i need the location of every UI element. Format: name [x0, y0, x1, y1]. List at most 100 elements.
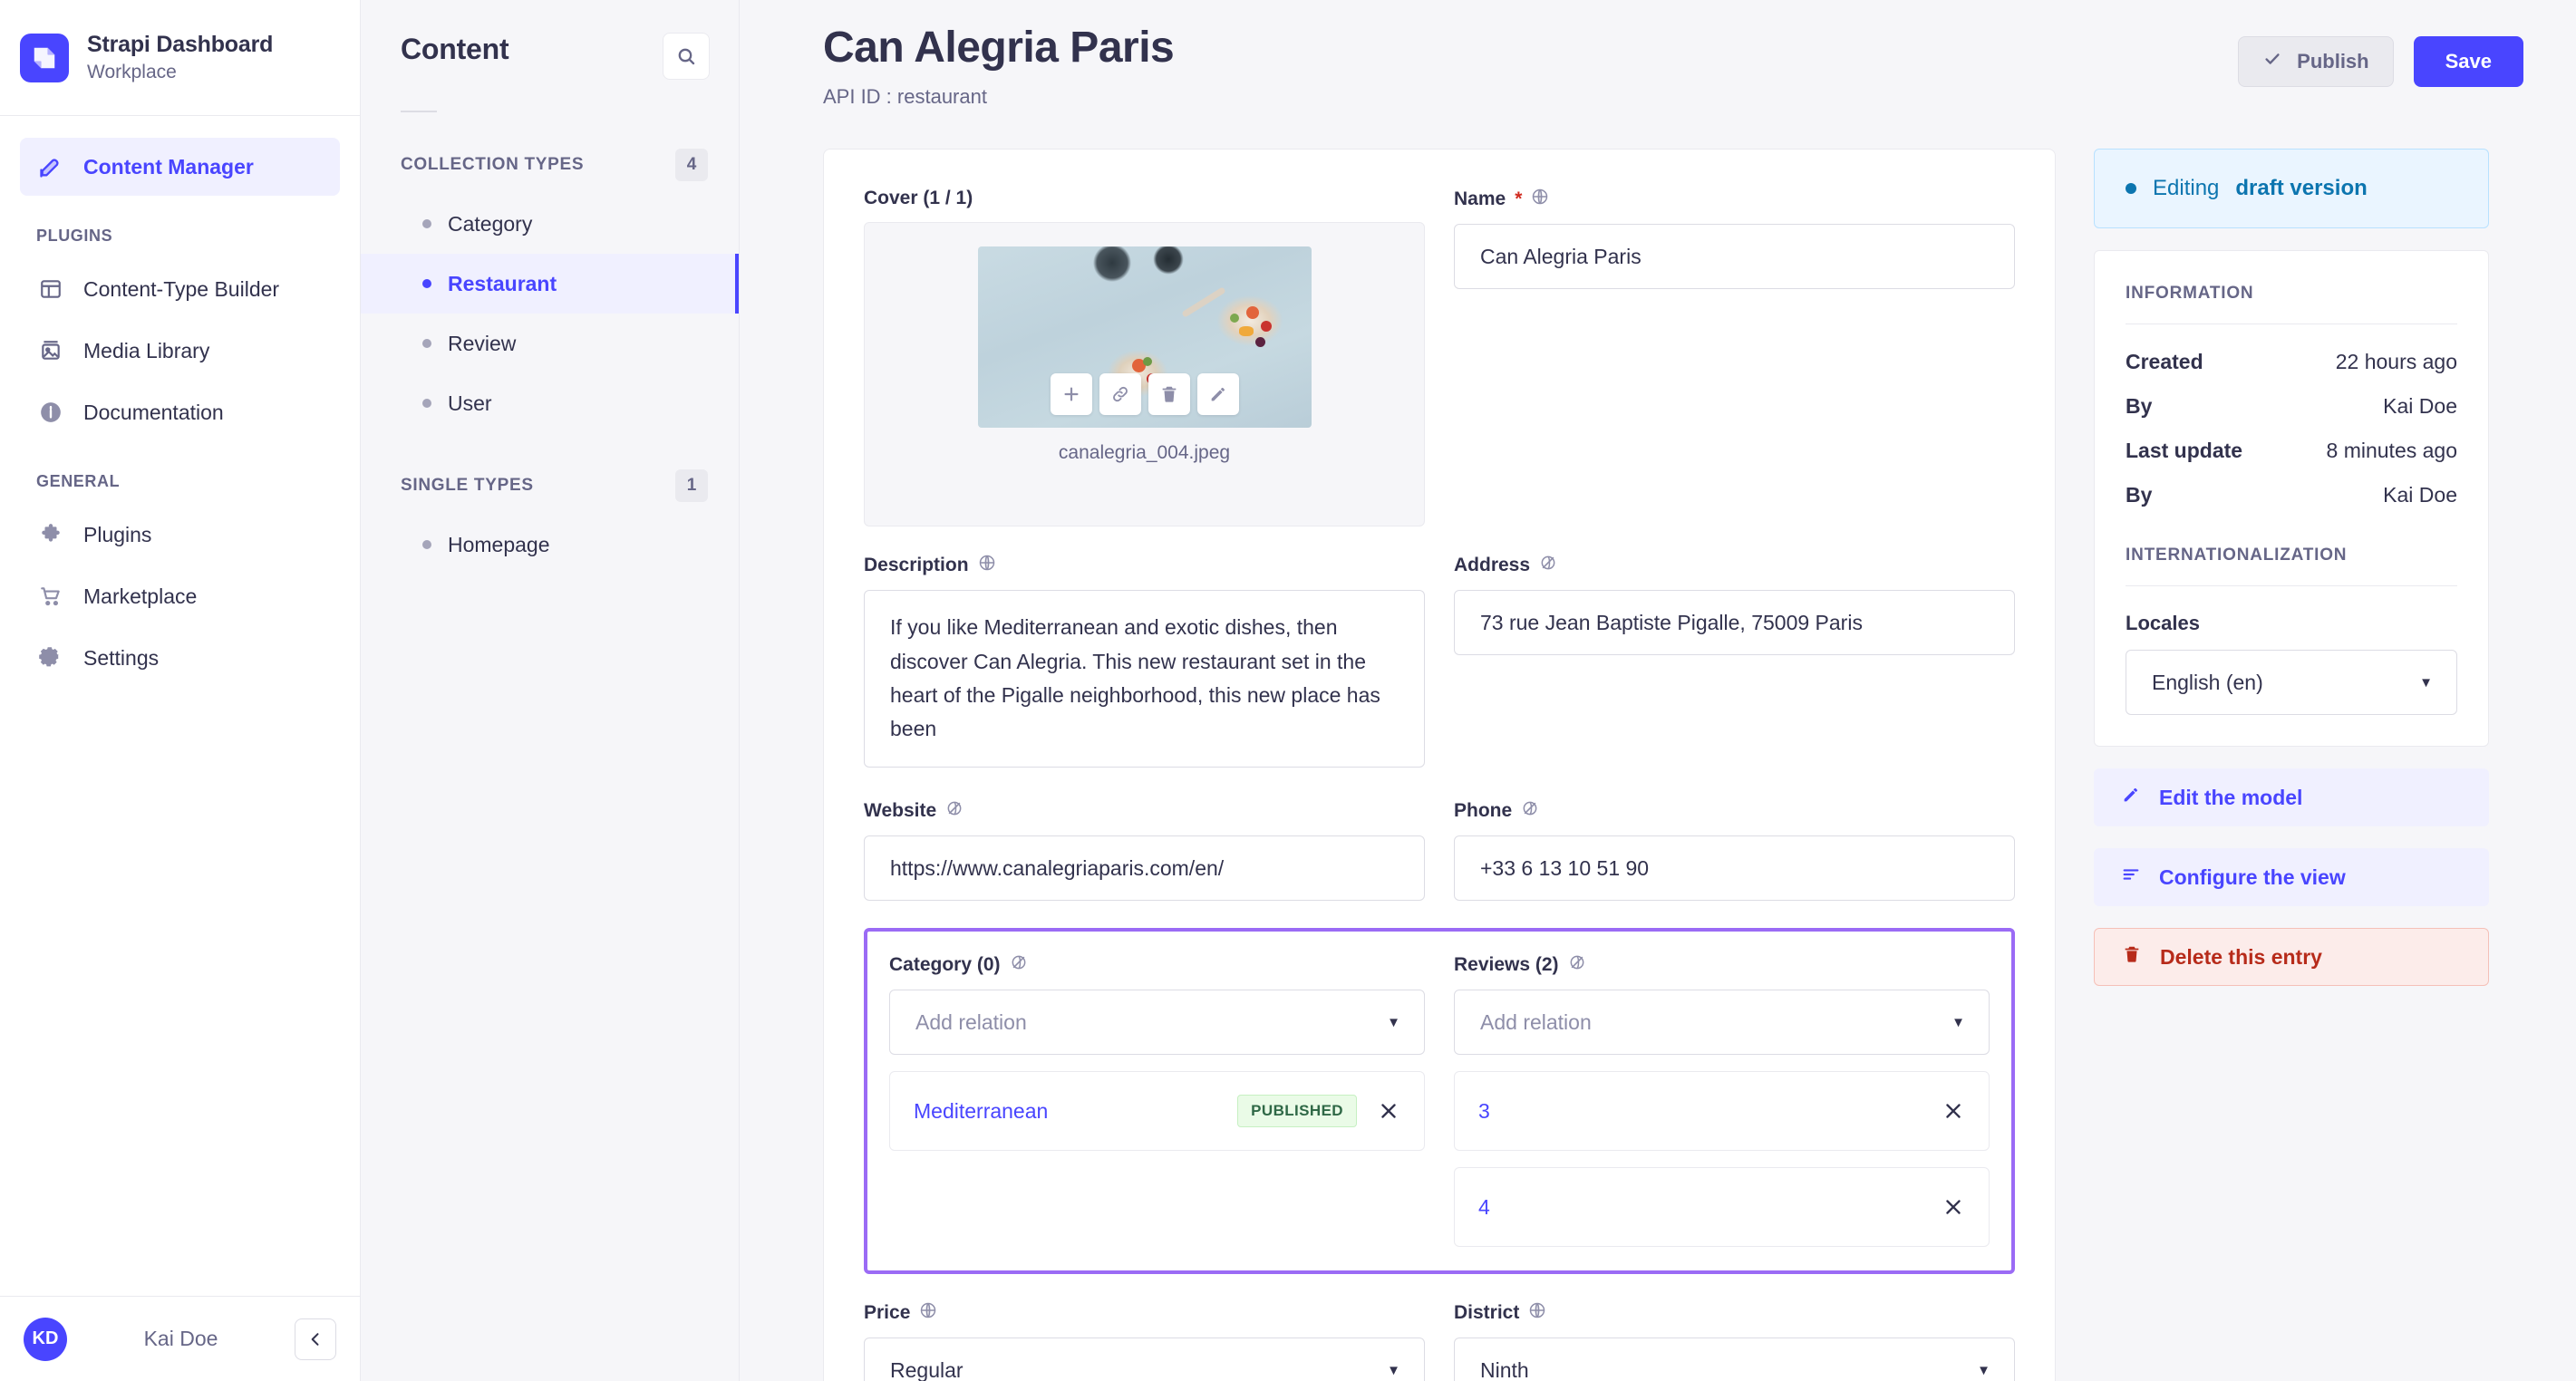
category-relation-field: Category (0) Add relation ▼ Mediterranea…: [889, 953, 1425, 1247]
category-relation-item[interactable]: Mediterranean PUBLISHED: [889, 1071, 1425, 1152]
info-value: 8 minutes ago: [2326, 439, 2457, 463]
delete-this-entry-button[interactable]: Delete this entry: [2094, 928, 2489, 987]
globe-icon: [978, 554, 996, 577]
price-label: Price: [864, 1301, 1425, 1325]
phone-label: Phone: [1454, 799, 2015, 823]
publish-label: Publish: [2297, 50, 2369, 72]
address-input[interactable]: [1454, 590, 2015, 656]
sidebar-item-label: Content Manager: [83, 154, 254, 179]
information-title: INFORMATION: [2126, 284, 2457, 325]
info-circle-icon: [36, 398, 65, 427]
cover-filename: canalegria_004.jpeg: [1058, 442, 1231, 464]
information-card: INFORMATION Created 22 hours ago By Kai …: [2094, 250, 2489, 748]
district-field: District Ninth ▼: [1454, 1301, 2015, 1381]
price-select[interactable]: Regular ▼: [864, 1338, 1425, 1381]
reviews-relation-item[interactable]: 4: [1454, 1167, 1990, 1248]
entry-title: Can Alegria Paris: [823, 24, 1175, 72]
website-label-text: Website: [864, 800, 937, 822]
close-icon[interactable]: [1938, 1192, 1969, 1222]
sidebar-item-review[interactable]: Review: [361, 314, 739, 373]
internationalization-title: INTERNATIONALIZATION: [2126, 546, 2457, 587]
brand-header: Strapi Dashboard Workplace: [0, 0, 360, 116]
phone-input[interactable]: [1454, 835, 2015, 902]
bullet-icon: [422, 540, 431, 549]
avatar[interactable]: KD: [24, 1317, 67, 1361]
sidebar-item-restaurant[interactable]: Restaurant: [361, 254, 739, 314]
chevron-down-icon: ▼: [1951, 1014, 1965, 1030]
price-label-text: Price: [864, 1302, 911, 1324]
reviews-relation-item[interactable]: 3: [1454, 1071, 1990, 1152]
sidebar-item-settings[interactable]: Settings: [20, 629, 340, 687]
reviews-relation-field: Reviews (2) Add relation ▼ 3 4: [1454, 953, 1990, 1248]
locale-select[interactable]: English (en) ▼: [2126, 650, 2457, 716]
collection-types-label: COLLECTION TYPES: [401, 155, 585, 174]
list-item-label: Category: [448, 211, 533, 236]
locales-label: Locales: [2126, 612, 2200, 635]
trash-icon[interactable]: [1148, 373, 1190, 416]
sidebar-item-plugins[interactable]: Plugins: [20, 506, 340, 564]
close-icon[interactable]: [1373, 1096, 1404, 1126]
phone-field: Phone: [1454, 799, 2015, 902]
trash-icon: [2122, 944, 2142, 970]
sidebar-item-label: Settings: [83, 645, 160, 670]
status-badge: PUBLISHED: [1237, 1095, 1357, 1128]
info-row-updated-by: By Kai Doe: [2126, 483, 2457, 507]
sidebar-item-content-type-builder[interactable]: Content-Type Builder: [20, 260, 340, 318]
save-label: Save: [2445, 50, 2492, 72]
save-button[interactable]: Save: [2413, 36, 2523, 87]
entry-body: Cover (1 / 1) canalegria_004.jpeg Name *…: [740, 109, 2576, 1381]
draft-status-banner: Editing draft version: [2094, 149, 2489, 229]
sidebar-item-media-library[interactable]: Media Library: [20, 322, 340, 380]
info-row-last-update: Last update 8 minutes ago: [2126, 439, 2457, 463]
sidebar-item-content-manager[interactable]: Content Manager: [20, 138, 340, 196]
name-field: Name *: [1454, 188, 2015, 526]
reviews-add-relation-select[interactable]: Add relation ▼: [1454, 990, 1990, 1056]
district-select[interactable]: Ninth ▼: [1454, 1338, 2015, 1381]
description-textarea[interactable]: If you like Mediterranean and exotic dis…: [864, 590, 1425, 768]
address-label-text: Address: [1454, 555, 1531, 576]
pencil-icon[interactable]: [1196, 373, 1239, 416]
nav-group-label-general: GENERAL: [36, 472, 121, 490]
plus-icon[interactable]: [1050, 373, 1092, 416]
bullet-icon: [422, 279, 431, 288]
info-key: By: [2126, 394, 2153, 419]
page-title: Content: [401, 33, 509, 65]
category-label-text: Category (0): [889, 954, 1001, 976]
globe-off-icon: [1539, 554, 1557, 577]
sidebar-item-user[interactable]: User: [361, 373, 739, 433]
relation-name[interactable]: 4: [1478, 1195, 1922, 1220]
district-value: Ninth: [1480, 1357, 1529, 1381]
cover-label-text: Cover (1 / 1): [864, 188, 973, 209]
search-icon[interactable]: [663, 33, 710, 80]
fruit-decor: [1254, 337, 1265, 348]
description-field: Description If you like Mediterranean an…: [864, 554, 1425, 772]
edit-the-model-button[interactable]: Edit the model: [2094, 768, 2489, 827]
fruit-decor: [1245, 306, 1259, 320]
sidebar-item-documentation[interactable]: Documentation: [20, 383, 340, 441]
sliders-icon: [2121, 864, 2141, 890]
relation-name[interactable]: 3: [1478, 1099, 1922, 1124]
brand-title: Strapi Dashboard: [87, 32, 274, 57]
feather-pen-icon: [36, 152, 65, 181]
relation-name[interactable]: Mediterranean: [914, 1099, 1221, 1124]
name-input[interactable]: [1454, 224, 2015, 290]
link-icon[interactable]: [1099, 373, 1141, 416]
publish-button[interactable]: Publish: [2238, 36, 2394, 87]
name-label-text: Name: [1454, 188, 1506, 210]
brand-subtitle: Workplace: [87, 62, 177, 82]
close-icon[interactable]: [1938, 1096, 1969, 1126]
price-value: Regular: [890, 1357, 964, 1381]
sidebar-item-marketplace[interactable]: Marketplace: [20, 567, 340, 625]
globe-off-icon: [945, 799, 964, 823]
phone-label-text: Phone: [1454, 800, 1513, 822]
content-panel-header: Content: [361, 0, 739, 80]
sidebar-item-label: Media Library: [83, 338, 210, 362]
configure-the-view-button[interactable]: Configure the view: [2094, 848, 2489, 907]
website-input[interactable]: [864, 835, 1425, 902]
form-row-description-address: Description If you like Mediterranean an…: [864, 554, 2015, 772]
cover-dropzone[interactable]: canalegria_004.jpeg: [864, 222, 1425, 527]
sidebar-item-category[interactable]: Category: [361, 194, 739, 254]
category-add-relation-select[interactable]: Add relation ▼: [889, 990, 1425, 1056]
chevron-left-icon[interactable]: [295, 1318, 336, 1360]
sidebar-item-homepage[interactable]: Homepage: [361, 515, 739, 575]
